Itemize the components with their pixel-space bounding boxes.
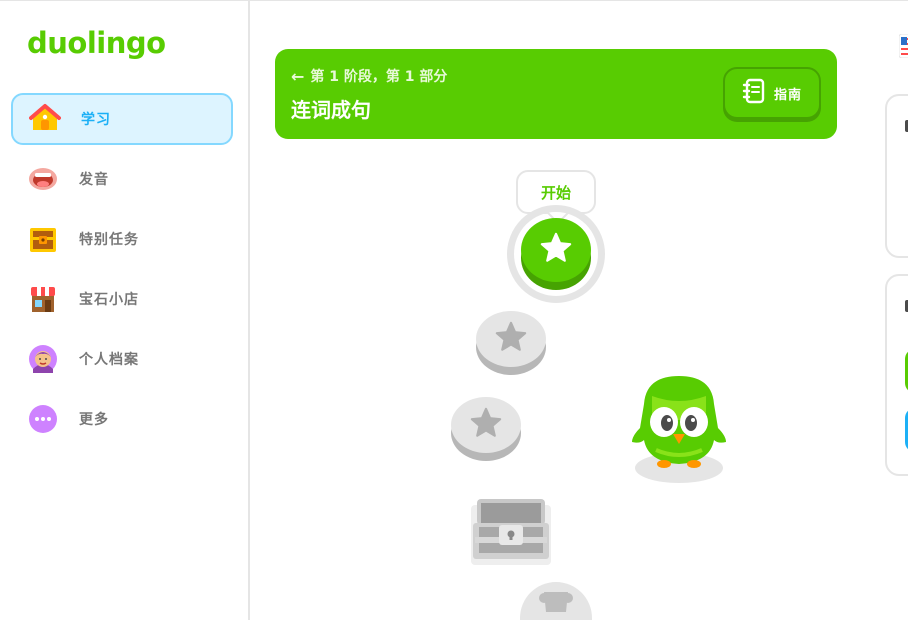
trophy-node[interactable] bbox=[520, 582, 592, 620]
lesson-node-locked[interactable] bbox=[451, 397, 521, 453]
sidebar-item-label: 学习 bbox=[81, 112, 111, 128]
unit-title: 连词成句 bbox=[291, 98, 371, 122]
card-icon bbox=[903, 296, 908, 316]
sidebar: duolingo 学习 发音 特别任务 宝石小店 个人档案 更多 bbox=[0, 0, 250, 620]
mouth-icon bbox=[27, 163, 59, 195]
language-flag-icon[interactable] bbox=[898, 33, 908, 59]
notebook-icon bbox=[742, 78, 766, 108]
trophy-icon bbox=[539, 592, 573, 612]
lesson-node-active[interactable] bbox=[521, 218, 591, 282]
star-icon bbox=[494, 320, 528, 358]
unit-banner: ← 第 1 阶段，第 1 部分 连词成句 指南 bbox=[275, 49, 837, 139]
sidebar-item-label: 更多 bbox=[79, 412, 109, 428]
lesson-node-locked[interactable] bbox=[476, 311, 546, 367]
sidebar-item-label: 特别任务 bbox=[79, 232, 139, 248]
treasure-chest-icon bbox=[27, 223, 59, 255]
guide-button[interactable]: 指南 bbox=[723, 67, 821, 119]
star-icon bbox=[539, 231, 573, 269]
sidebar-item-more[interactable]: 更多 bbox=[11, 393, 233, 445]
sidebar-item-label: 个人档案 bbox=[79, 352, 139, 368]
arrow-left-icon: ← bbox=[291, 66, 305, 86]
sidebar-item-profile[interactable]: 个人档案 bbox=[11, 333, 233, 385]
sidebar-item-label: 宝石小店 bbox=[79, 292, 139, 308]
more-icon bbox=[27, 403, 59, 435]
sidebar-item-learn[interactable]: 学习 bbox=[11, 93, 233, 145]
duo-owl-icon bbox=[626, 370, 732, 484]
duolingo-logo[interactable]: duolingo bbox=[27, 26, 166, 60]
side-card-bottom bbox=[885, 274, 908, 476]
home-icon bbox=[29, 103, 61, 135]
sidebar-item-label: 发音 bbox=[79, 172, 109, 188]
avatar-icon bbox=[27, 343, 59, 375]
star-icon bbox=[469, 406, 503, 444]
sidebar-item-shop[interactable]: 宝石小店 bbox=[11, 273, 233, 325]
treasure-chest-node[interactable] bbox=[471, 497, 551, 565]
sidebar-item-quests[interactable]: 特别任务 bbox=[11, 213, 233, 265]
sidebar-item-pronunciation[interactable]: 发音 bbox=[11, 153, 233, 205]
guide-label: 指南 bbox=[773, 87, 802, 103]
side-card-top bbox=[885, 94, 908, 258]
card-icon bbox=[903, 116, 908, 136]
section-label: 第 1 阶段，第 1 部分 bbox=[310, 69, 448, 85]
chest-locked-icon bbox=[471, 499, 551, 565]
section-back-link[interactable]: ← 第 1 阶段，第 1 部分 bbox=[291, 66, 447, 86]
shop-icon bbox=[27, 283, 59, 315]
